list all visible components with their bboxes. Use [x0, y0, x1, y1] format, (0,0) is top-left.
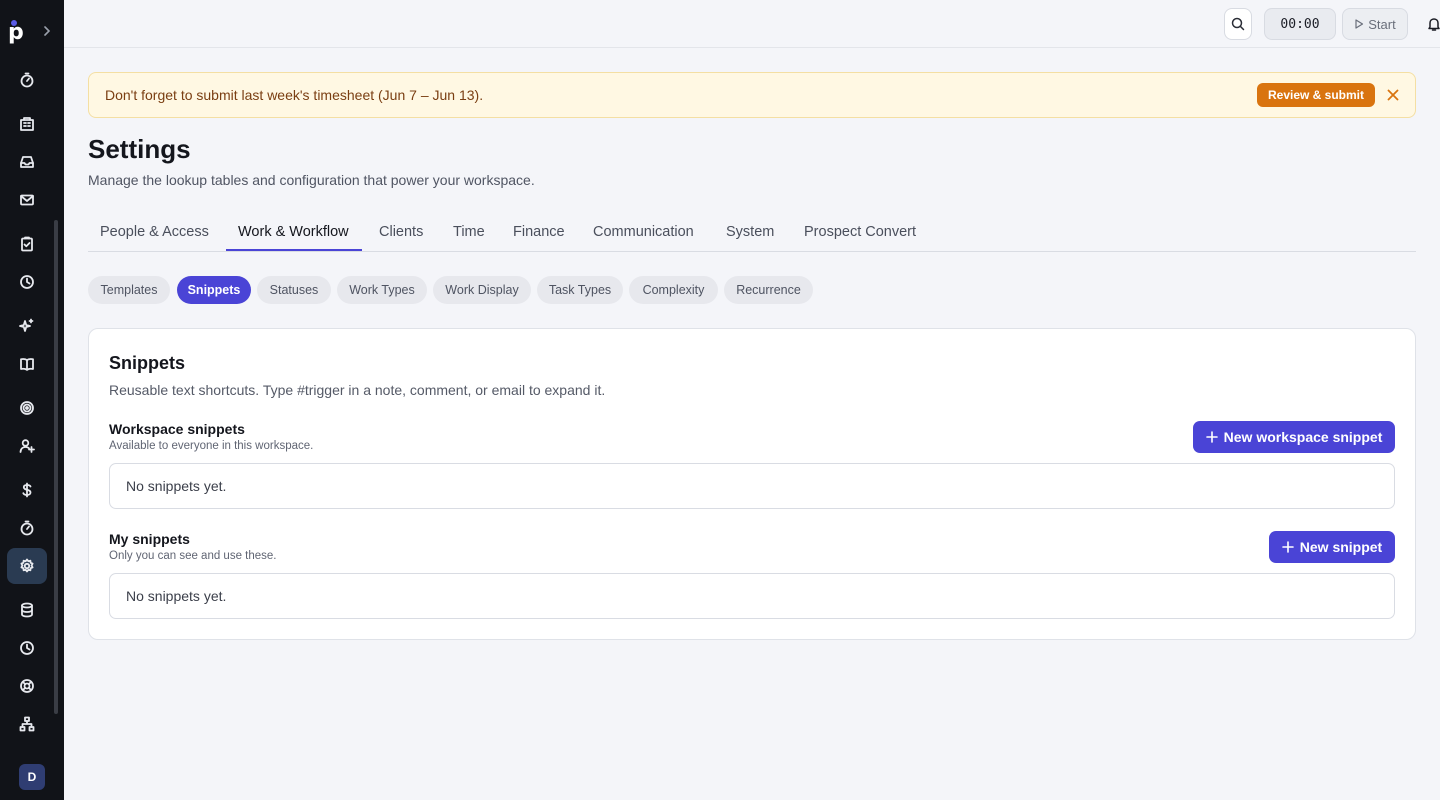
sidebar-item-time[interactable] — [7, 264, 47, 300]
search-button[interactable] — [1224, 8, 1252, 40]
sidebar-item-inbox[interactable] — [7, 144, 47, 180]
timer-icon — [20, 520, 34, 536]
tab-prospect-convert[interactable]: Prospect Convert — [804, 224, 916, 240]
my-snippets-empty-state: No snippets yet. — [109, 573, 1395, 619]
life-buoy-icon — [20, 679, 34, 693]
my-snippets-title: My snippets — [109, 531, 190, 547]
dollar-icon — [22, 482, 32, 498]
page-subtitle: Manage the lookup tables and configurati… — [88, 172, 535, 188]
sidebar-item-tasks[interactable] — [7, 226, 47, 262]
tab-communication[interactable]: Communication — [593, 224, 694, 240]
sidebar-item-prospects[interactable] — [7, 428, 47, 464]
sidebar-item-billing[interactable] — [7, 472, 47, 508]
subtab-snippets[interactable]: Snippets — [177, 276, 251, 304]
my-snippets-subtitle: Only you can see and use these. — [109, 550, 277, 562]
database-icon — [21, 602, 33, 618]
sidebar-item-org[interactable] — [7, 706, 47, 742]
sidebar-item-mail[interactable] — [7, 182, 47, 218]
subtab-work-types[interactable]: Work Types — [337, 276, 427, 304]
workspace-snippets-subtitle: Available to everyone in this workspace. — [109, 440, 314, 452]
subtab-work-display[interactable]: Work Display — [433, 276, 531, 304]
sidebar-scrollbar[interactable] — [54, 220, 58, 714]
book-open-icon — [20, 358, 34, 371]
active-tab-indicator — [226, 249, 362, 251]
timesheet-reminder-banner: Don't forget to submit last week's times… — [88, 72, 1416, 118]
subtab-complexity[interactable]: Complexity — [629, 276, 718, 304]
sidebar-item-support[interactable] — [7, 668, 47, 704]
subtab-task-types[interactable]: Task Types — [537, 276, 623, 304]
sidebar-item-timer[interactable] — [7, 510, 47, 546]
new-snippet-label: New snippet — [1299, 539, 1383, 555]
dismiss-banner-button[interactable] — [1383, 85, 1403, 105]
sidebar-item-data[interactable] — [7, 592, 47, 628]
subtab-templates[interactable]: Templates — [88, 276, 170, 304]
tab-system[interactable]: System — [726, 224, 774, 240]
tab-clients[interactable]: Clients — [379, 224, 423, 240]
card-subtitle: Reusable text shortcuts. Type #trigger i… — [109, 382, 606, 398]
timer-display: 00:00 — [1264, 8, 1336, 40]
sidebar-item-history[interactable] — [7, 630, 47, 666]
clipboard-check-icon — [21, 236, 33, 252]
workspace-snippets-empty-state: No snippets yet. — [109, 463, 1395, 509]
search-icon — [1231, 17, 1245, 31]
settings-tabs: People & Access Work & Workflow Clients … — [88, 212, 1416, 252]
card-title: Snippets — [109, 353, 186, 373]
workspace-snippets-title: Workspace snippets — [109, 421, 245, 437]
subtab-statuses[interactable]: Statuses — [257, 276, 331, 304]
start-timer-label: Start — [1368, 16, 1396, 32]
chevron-right-icon — [44, 26, 51, 36]
page-title: Settings — [88, 134, 191, 164]
tab-time[interactable]: Time — [453, 224, 485, 240]
review-submit-button[interactable]: Review & submit — [1257, 83, 1375, 107]
org-chart-icon — [19, 716, 35, 732]
user-plus-icon — [19, 439, 35, 453]
new-snippet-button[interactable]: New snippet — [1269, 531, 1395, 563]
stopwatch-icon — [20, 72, 34, 88]
new-workspace-snippet-label: New workspace snippet — [1223, 429, 1383, 445]
sidebar-item-knowledge[interactable] — [7, 346, 47, 382]
sidebar-item-ai[interactable] — [7, 308, 47, 344]
tab-people-access[interactable]: People & Access — [100, 224, 209, 240]
sidebar-item-buildings[interactable] — [7, 106, 47, 142]
sidebar-item-goals[interactable] — [7, 390, 47, 426]
plus-icon — [1205, 431, 1218, 443]
topbar: 00:00 Start G — [64, 0, 1440, 48]
inbox-icon — [20, 156, 34, 168]
bell-icon — [1428, 18, 1440, 31]
banner-message: Don't forget to submit last week's times… — [105, 87, 484, 103]
mail-icon — [20, 194, 34, 206]
subtab-recurrence[interactable]: Recurrence — [724, 276, 813, 304]
new-workspace-snippet-button[interactable]: New workspace snippet — [1193, 421, 1395, 453]
history-icon — [20, 641, 34, 655]
brand-logo[interactable]: p — [8, 20, 30, 46]
sidebar: p D — [0, 0, 64, 800]
tab-finance[interactable]: Finance — [513, 224, 565, 240]
brand-logo-letter: p — [8, 20, 24, 45]
close-icon — [1387, 89, 1399, 101]
expand-sidebar-button[interactable] — [38, 22, 56, 40]
clock-icon — [20, 275, 34, 289]
gear-icon — [20, 558, 34, 573]
user-avatar[interactable]: D — [19, 764, 45, 790]
building-icon — [20, 117, 34, 131]
target-icon — [20, 401, 34, 415]
tab-work-workflow[interactable]: Work & Workflow — [238, 224, 349, 240]
notifications-button[interactable] — [1422, 12, 1440, 36]
snippets-card: Snippets Reusable text shortcuts. Type #… — [88, 328, 1416, 640]
sidebar-item-settings[interactable] — [7, 548, 47, 584]
plus-icon — [1281, 541, 1294, 553]
sparkles-icon — [19, 318, 34, 332]
sidebar-item-stopwatch[interactable] — [7, 62, 47, 98]
play-icon — [1355, 19, 1364, 29]
start-timer-button[interactable]: Start — [1342, 8, 1408, 40]
